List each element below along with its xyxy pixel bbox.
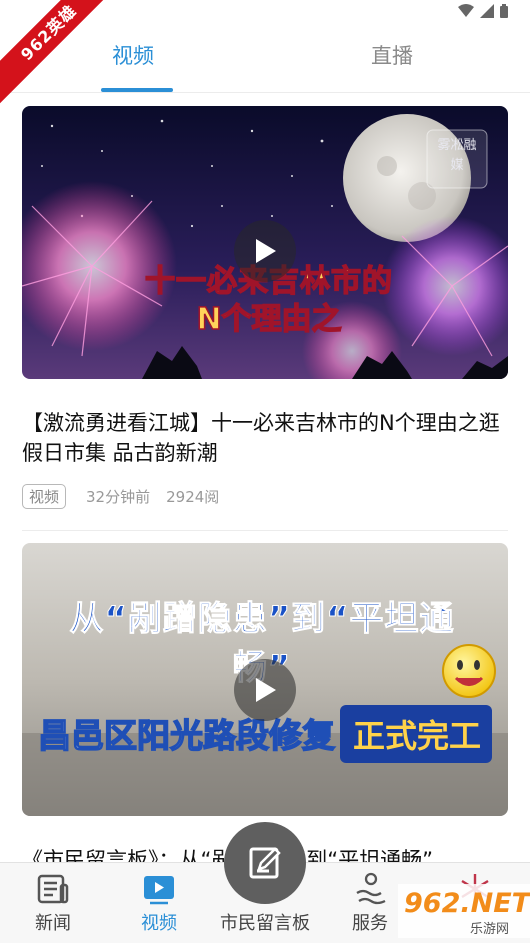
play-icon <box>256 239 276 263</box>
nav-label: 视频 <box>141 913 177 934</box>
publish-time: 32分钟前 <box>86 488 151 506</box>
thumbnail-overlay-line2: 昌邑区阳光路段修复 <box>37 715 336 756</box>
ribbon-label: 962英雄 <box>0 0 110 104</box>
read-count: 2924阅 <box>166 488 220 506</box>
tab-video[interactable]: 视频 <box>112 40 154 70</box>
message-board-button[interactable] <box>224 822 306 904</box>
nav-news[interactable]: 新闻 <box>8 863 98 943</box>
video-meta: 视频 32分钟前 2924阅 <box>22 484 219 509</box>
nav-label: 新闻 <box>35 913 71 934</box>
tab-live[interactable]: 直播 <box>371 40 413 70</box>
play-button[interactable] <box>234 659 296 721</box>
play-button[interactable] <box>234 220 296 282</box>
watermark-text: 962.NET <box>404 888 530 919</box>
play-icon <box>256 678 276 702</box>
active-tab-indicator <box>101 88 173 92</box>
wifi-icon <box>458 3 474 22</box>
video-icon <box>141 871 177 907</box>
nav-video[interactable]: 视频 <box>114 863 204 943</box>
category-tag: 视频 <box>22 484 67 509</box>
nav-label: 市民留言板 <box>220 913 310 934</box>
service-icon <box>353 871 389 907</box>
signal-icon <box>480 3 494 22</box>
thumbnail-overlay-line2: N个理由之 <box>196 301 343 338</box>
corner-ribbon: 962英雄 <box>0 0 110 110</box>
media-logo: 雾凇融媒 <box>437 138 477 173</box>
video-thumbnail[interactable]: 雾凇融媒 十一必来吉林市的 N个理由之 <box>22 106 508 379</box>
news-icon <box>35 871 71 907</box>
watermark-subtext: 乐游网 <box>470 922 510 937</box>
message-board-icon <box>249 847 281 879</box>
thumbnail-overlay-line3: 正式完工 <box>352 717 481 755</box>
video-title[interactable]: 【激流勇进看江城】十一必来吉林市的N个理由之逛假日市集 品古韵新潮 <box>22 408 508 468</box>
video-thumbnail[interactable]: 从“剐蹭隐患”到“平坦通畅” 昌邑区阳光路段修复 正式完工 <box>22 543 508 816</box>
site-watermark: 962.NET 乐游网 <box>398 884 530 938</box>
battery-icon <box>500 3 508 22</box>
card-divider <box>22 530 508 531</box>
